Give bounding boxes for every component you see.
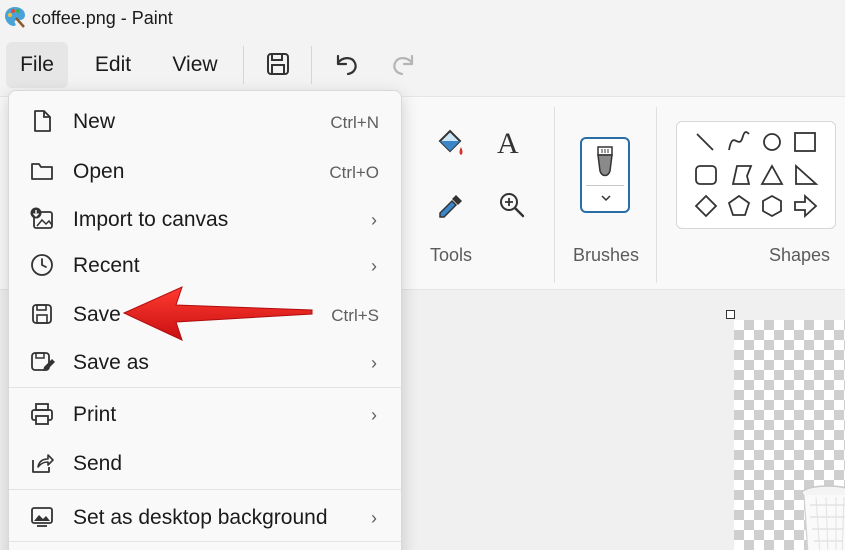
menu-item-send[interactable]: Send — [9, 439, 401, 487]
pentagon-icon[interactable] — [727, 194, 751, 216]
shortcut-label: Ctrl+O — [329, 163, 379, 182]
polygon-icon[interactable] — [731, 165, 753, 185]
menu-item-new[interactable]: New Ctrl+N — [9, 97, 401, 145]
menu-item-label: Send — [73, 452, 123, 475]
save-as-icon — [31, 352, 55, 371]
magnifier-icon[interactable] — [496, 189, 528, 221]
menu-item-set-as-desktop-background[interactable]: Set as desktop background › — [9, 493, 401, 541]
menu-separator — [9, 387, 401, 388]
curve-icon[interactable] — [728, 131, 750, 151]
menu-item-label: New — [73, 110, 116, 133]
clock-icon — [31, 254, 53, 276]
chevron-down-icon[interactable] — [600, 193, 612, 203]
chevron-right-icon: › — [371, 210, 377, 230]
hexagon-icon[interactable] — [762, 194, 782, 218]
arrow-right-icon[interactable] — [794, 193, 818, 219]
menu-item-label: Save — [73, 303, 121, 326]
diamond-icon[interactable] — [694, 194, 718, 218]
toolbar-divider — [311, 46, 312, 84]
printer-icon — [31, 403, 53, 425]
paint-palette-icon — [5, 7, 25, 28]
new-file-icon — [34, 110, 51, 132]
brushes-button[interactable] — [580, 137, 630, 213]
rectangle-icon[interactable] — [794, 132, 816, 152]
desktop-background-icon — [31, 507, 53, 527]
shapes-gallery — [676, 121, 836, 229]
group-label-tools: Tools — [430, 245, 473, 265]
brush-icon — [597, 146, 613, 177]
menu-item-save-as[interactable]: Save as › — [9, 338, 401, 386]
menu-file[interactable]: File — [6, 42, 68, 88]
save-icon — [32, 304, 52, 324]
group-label-brushes: Brushes — [573, 245, 640, 265]
toolbar-divider — [243, 46, 244, 84]
menu-view[interactable]: View — [162, 42, 228, 88]
text-icon[interactable]: A — [497, 127, 519, 161]
menu-separator — [9, 489, 401, 490]
menu-item-open[interactable]: Open Ctrl+O — [9, 147, 401, 195]
menu-edit[interactable]: Edit — [82, 42, 144, 88]
ribbon-divider — [656, 107, 657, 283]
import-image-icon — [30, 207, 53, 229]
menu-item-import-to-canvas[interactable]: Import to canvas › — [9, 195, 401, 243]
undo-icon[interactable] — [328, 46, 364, 82]
group-label-shapes: Shapes — [769, 245, 831, 265]
menu-item-label: Import to canvas — [73, 208, 229, 231]
rounded-rectangle-icon[interactable] — [695, 165, 717, 185]
redo-icon[interactable] — [386, 46, 422, 82]
shapes-grid — [694, 131, 819, 219]
menu-separator — [9, 541, 401, 542]
chevron-right-icon: › — [371, 508, 377, 528]
menu-item-save[interactable]: Save Ctrl+S — [9, 290, 401, 338]
triangle-icon[interactable] — [760, 164, 784, 185]
menu-item-label: Save as — [73, 351, 149, 374]
menu-item-label: Recent — [73, 254, 140, 277]
line-icon[interactable] — [696, 133, 714, 151]
menu-item-print[interactable]: Print › — [9, 390, 401, 438]
folder-icon — [31, 163, 53, 180]
menu-item-recent[interactable]: Recent › — [9, 241, 401, 289]
ribbon-divider — [554, 107, 555, 283]
chevron-right-icon: › — [371, 256, 377, 276]
menu-item-label: Print — [73, 403, 117, 426]
canvas-image[interactable] — [734, 320, 845, 550]
brush-divider — [586, 185, 624, 186]
file-menu: New Ctrl+N Open Ctrl+O Import to canvas … — [8, 90, 402, 550]
menu-item-label: Set as desktop background — [73, 506, 328, 529]
fill-bucket-icon[interactable] — [434, 127, 468, 161]
coffee-cup-image — [801, 485, 845, 550]
share-icon — [32, 454, 54, 473]
shortcut-label: Ctrl+N — [330, 113, 379, 132]
chevron-right-icon: › — [371, 353, 377, 373]
right-triangle-icon[interactable] — [795, 163, 819, 185]
chevron-right-icon: › — [371, 405, 377, 425]
menu-bar: File Edit View — [0, 36, 845, 96]
color-picker-icon[interactable] — [434, 189, 468, 223]
title-bar: coffee.png - Paint — [0, 0, 845, 36]
resize-handle[interactable] — [726, 310, 735, 319]
window-title: coffee.png - Paint — [32, 8, 173, 28]
save-icon[interactable] — [260, 46, 296, 82]
oval-icon[interactable] — [763, 133, 781, 151]
shortcut-label: Ctrl+S — [331, 306, 379, 325]
menu-item-label: Open — [73, 160, 125, 183]
